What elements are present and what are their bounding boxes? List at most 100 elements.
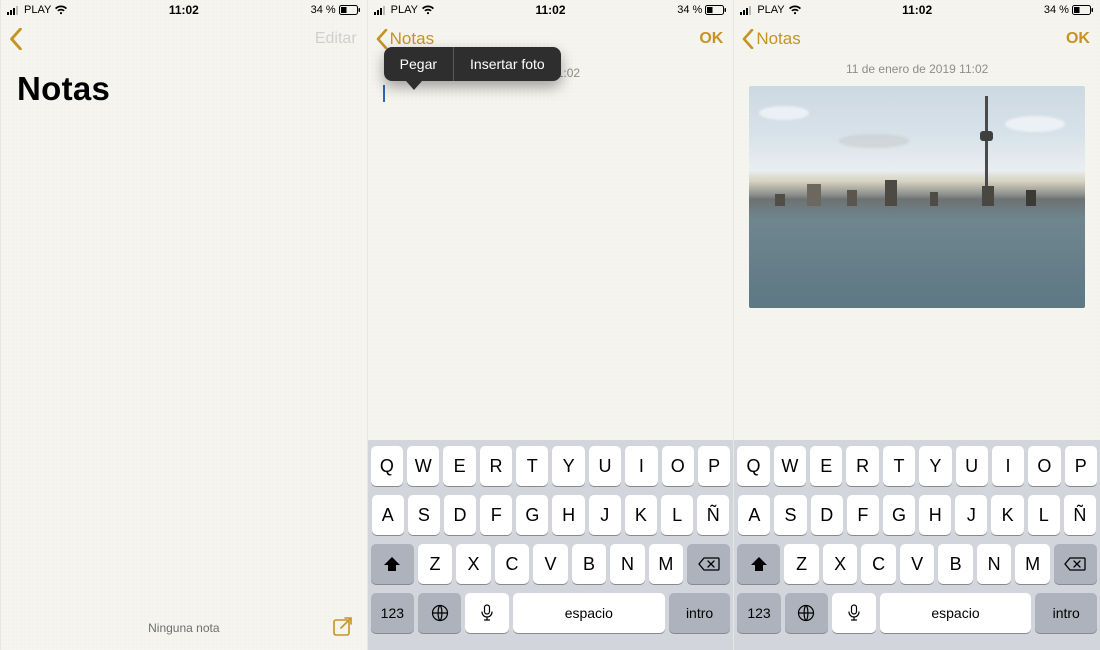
page-title: Notas [1,58,367,108]
return-key[interactable]: intro [1035,593,1097,633]
key-h[interactable]: H [552,495,584,535]
chevron-left-icon [9,28,23,50]
globe-key[interactable] [418,593,461,633]
key-k[interactable]: K [625,495,657,535]
done-button[interactable]: OK [699,20,723,58]
key-k[interactable]: K [991,495,1023,535]
key-b[interactable]: B [572,544,606,584]
key-p[interactable]: P [1065,446,1097,486]
status-bar: PLAY 11:02 34 % [368,0,734,20]
key-i[interactable]: I [992,446,1024,486]
back-label: Notas [390,29,434,49]
keyboard: QWERTYUIOP ASDFGHJKLÑ ZXCVBNM 123 espaci… [734,440,1100,650]
backspace-key[interactable] [1054,544,1097,584]
shift-key[interactable] [737,544,780,584]
key-w[interactable]: W [774,446,806,486]
menu-tail-icon [406,81,422,90]
key-a[interactable]: A [738,495,770,535]
shift-key[interactable] [371,544,414,584]
key-x[interactable]: X [456,544,490,584]
key-z[interactable]: Z [784,544,818,584]
key-r[interactable]: R [846,446,878,486]
key-g[interactable]: G [883,495,915,535]
key-m[interactable]: M [1015,544,1049,584]
key-u[interactable]: U [589,446,621,486]
key-s[interactable]: S [774,495,806,535]
key-y[interactable]: Y [552,446,584,486]
return-key[interactable]: intro [669,593,731,633]
key-r[interactable]: R [480,446,512,486]
key-v[interactable]: V [900,544,934,584]
key-c[interactable]: C [861,544,895,584]
back-button[interactable] [9,28,23,50]
key-j[interactable]: J [589,495,621,535]
menu-paste[interactable]: Pegar [384,47,453,81]
key-z[interactable]: Z [418,544,452,584]
key-d[interactable]: D [444,495,476,535]
key-a[interactable]: A [372,495,404,535]
back-button[interactable]: Notas [376,29,434,49]
cloud-icon [1005,116,1065,132]
space-key[interactable]: espacio [880,593,1032,633]
key-e[interactable]: E [810,446,842,486]
keyboard-row-4: 123 espacio intro [737,593,1097,633]
numbers-key[interactable]: 123 [737,593,780,633]
compose-button[interactable] [331,615,355,642]
chevron-left-icon [742,29,754,49]
microphone-icon [481,604,493,622]
keyboard-row-1: QWERTYUIOP [371,446,731,486]
key-m[interactable]: M [649,544,683,584]
dictation-key[interactable] [465,593,508,633]
key-o[interactable]: O [1028,446,1060,486]
shift-icon [383,556,401,572]
numbers-key[interactable]: 123 [371,593,414,633]
edit-button[interactable]: Editar [315,20,357,58]
key-t[interactable]: T [516,446,548,486]
key-l[interactable]: L [661,495,693,535]
dictation-key[interactable] [832,593,875,633]
inserted-photo[interactable] [749,86,1085,308]
skyline-icon [749,176,1085,206]
screen-note-editor-empty: PLAY 11:02 34 % Notas OK 2019 11:02 Pega… [367,0,734,650]
microphone-icon [848,604,860,622]
key-n[interactable]: N [610,544,644,584]
key-h[interactable]: H [919,495,951,535]
key-u[interactable]: U [956,446,988,486]
cloud-icon [759,106,809,120]
globe-icon [431,604,449,622]
key-l[interactable]: L [1028,495,1060,535]
back-button[interactable]: Notas [742,29,800,49]
key-s[interactable]: S [408,495,440,535]
done-button[interactable]: OK [1066,20,1090,58]
key-c[interactable]: C [495,544,529,584]
key-p[interactable]: P [698,446,730,486]
text-cursor [383,85,385,102]
key-f[interactable]: F [847,495,879,535]
status-bar: PLAY 11:02 34 % [1,0,367,20]
globe-key[interactable] [785,593,828,633]
key-q[interactable]: Q [737,446,769,486]
key-j[interactable]: J [955,495,987,535]
key-f[interactable]: F [480,495,512,535]
menu-insert-photo[interactable]: Insertar foto [454,47,561,81]
key-t[interactable]: T [883,446,915,486]
key-q[interactable]: Q [371,446,403,486]
compose-icon [331,615,355,639]
key-x[interactable]: X [823,544,857,584]
key-d[interactable]: D [811,495,843,535]
key-e[interactable]: E [443,446,475,486]
back-label: Notas [756,29,800,49]
key-y[interactable]: Y [919,446,951,486]
key-i[interactable]: I [625,446,657,486]
clock-label: 11:02 [1,3,367,17]
key-ñ[interactable]: Ñ [1064,495,1096,535]
key-o[interactable]: O [662,446,694,486]
key-ñ[interactable]: Ñ [697,495,729,535]
key-b[interactable]: B [938,544,972,584]
key-g[interactable]: G [516,495,548,535]
backspace-key[interactable] [687,544,730,584]
key-v[interactable]: V [533,544,567,584]
space-key[interactable]: espacio [513,593,665,633]
key-w[interactable]: W [407,446,439,486]
key-n[interactable]: N [977,544,1011,584]
